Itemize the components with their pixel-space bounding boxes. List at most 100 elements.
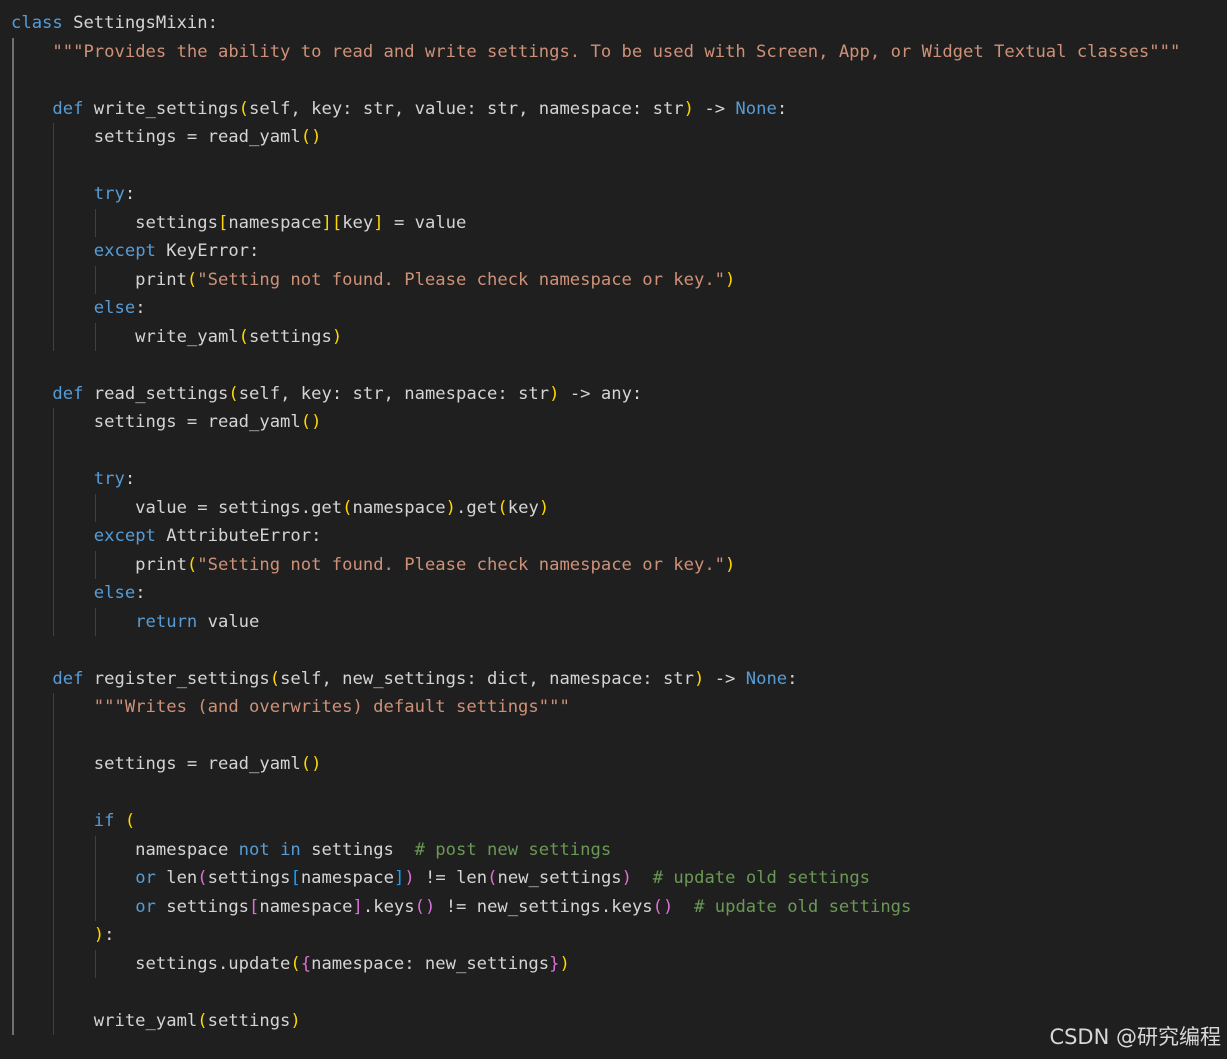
code-token: :: [776, 98, 788, 119]
code-token: [: [217, 212, 229, 233]
code-line[interactable]: or len(settings[namespace]) != len(new_s…: [11, 864, 870, 892]
code-token: settings: [249, 326, 332, 347]
code-token: :: [787, 668, 798, 689]
code-line[interactable]: def read_settings(self, key: str, namesp…: [11, 380, 642, 408]
code-token: = value: [383, 212, 467, 233]
code-line[interactable]: except KeyError:: [11, 237, 260, 265]
code-line[interactable]: def register_settings(self, new_settings…: [11, 665, 798, 693]
code-token: ]: [352, 896, 363, 917]
code-line[interactable]: return value: [11, 608, 259, 636]
code-token: write_yaml: [11, 326, 239, 347]
code-token: != new_settings.keys: [435, 896, 653, 917]
code-line[interactable]: settings.update({namespace: new_settings…: [11, 950, 570, 978]
code-token: ]: [373, 212, 384, 233]
code-token: self, new_settings: dict, namespace: str: [280, 668, 694, 689]
code-token: (: [228, 383, 239, 404]
code-token: new_settings: [497, 868, 622, 888]
code-line[interactable]: write_yaml(settings): [11, 323, 342, 351]
code-token: namespace: [259, 896, 353, 917]
code-token: namespace: [11, 839, 239, 860]
code-line[interactable]: try:: [11, 180, 135, 208]
code-line[interactable]: try:: [11, 465, 135, 493]
code-line[interactable]: class SettingsMixin:: [11, 9, 218, 37]
code-token: self, key: str, namespace: str: [238, 383, 550, 404]
code-token: settings: [11, 212, 218, 233]
code-token: {: [300, 953, 312, 974]
code-line[interactable]: namespace not in settings # post new set…: [11, 836, 611, 864]
code-token: ->: [694, 98, 736, 119]
code-token: settings = read_yaml: [11, 412, 301, 432]
code-token: (: [497, 497, 508, 518]
code-line[interactable]: except AttributeError:: [11, 522, 322, 550]
code-token: :: [135, 298, 146, 318]
code-token: (: [238, 326, 250, 347]
code-token: None: [735, 98, 777, 119]
code-token: ): [538, 497, 550, 518]
code-token: class: [11, 13, 63, 33]
code-token: AttributeError:: [155, 526, 322, 546]
code-line[interactable]: """Writes (and overwrites) default setti…: [11, 693, 570, 721]
code-line[interactable]: def write_settings(self, key: str, value…: [11, 95, 787, 123]
code-token: try: [93, 469, 125, 489]
code-token: if: [93, 811, 115, 831]
code-line[interactable]: """Provides the ability to read and writ…: [11, 38, 1180, 66]
code-token: settings: [300, 839, 415, 860]
code-token: or: [135, 896, 156, 917]
code-line[interactable]: settings[namespace][key] = value: [11, 209, 466, 237]
code-token: # update old settings: [694, 896, 912, 917]
code-token: (: [342, 497, 353, 518]
code-token: settings: [155, 896, 250, 917]
code-token: ): [331, 326, 343, 347]
csdn-watermark: CSDN @研究编程: [1049, 1025, 1221, 1049]
code-token: else: [93, 298, 136, 318]
code-token: settings: [207, 1010, 291, 1031]
code-token: not: [238, 839, 270, 860]
code-token: ): [93, 925, 105, 945]
code-line[interactable]: value = settings.get(namespace).get(key): [11, 494, 549, 522]
code-token: ): [445, 497, 456, 518]
code-token: (): [414, 896, 436, 917]
code-line[interactable]: write_yaml(settings): [11, 1007, 301, 1035]
code-token: settings: [207, 868, 291, 888]
code-line[interactable]: settings = read_yaml(): [11, 750, 322, 778]
code-token: ): [404, 868, 415, 888]
code-token: ): [683, 98, 694, 119]
code-token: in: [280, 839, 301, 860]
code-token: ): [725, 269, 736, 290]
code-line[interactable]: settings = read_yaml(): [11, 408, 322, 436]
code-token: (: [124, 811, 136, 831]
code-token: value: [197, 611, 260, 632]
code-token: :: [135, 583, 146, 603]
code-token: (: [197, 868, 208, 888]
code-token: [: [331, 212, 343, 233]
code-line[interactable]: else:: [11, 579, 146, 607]
code-line[interactable]: if (: [11, 807, 135, 835]
code-token: return: [135, 611, 198, 632]
code-line[interactable]: or settings[namespace].keys() != new_set…: [11, 893, 911, 921]
code-line[interactable]: else:: [11, 294, 146, 322]
code-token: .keys: [362, 896, 415, 917]
code-token: settings = read_yaml: [11, 127, 301, 147]
code-token: ): [694, 668, 705, 689]
code-line[interactable]: settings = read_yaml(): [11, 123, 322, 151]
code-token: namespace: new_settings: [311, 953, 550, 974]
code-token: "Setting not found. Please check namespa…: [197, 554, 726, 575]
code-line[interactable]: ):: [11, 921, 115, 949]
code-line[interactable]: print("Setting not found. Please check n…: [11, 266, 735, 294]
code-token: SettingsMixin:: [62, 13, 218, 33]
code-token: or: [135, 868, 156, 888]
code-token: ): [621, 868, 633, 888]
code-editor[interactable]: class SettingsMixin: """Provides the abi…: [0, 0, 1227, 1059]
code-line[interactable]: print("Setting not found. Please check n…: [11, 551, 735, 579]
code-token: namespace: [228, 212, 322, 233]
code-token: :: [124, 184, 136, 204]
